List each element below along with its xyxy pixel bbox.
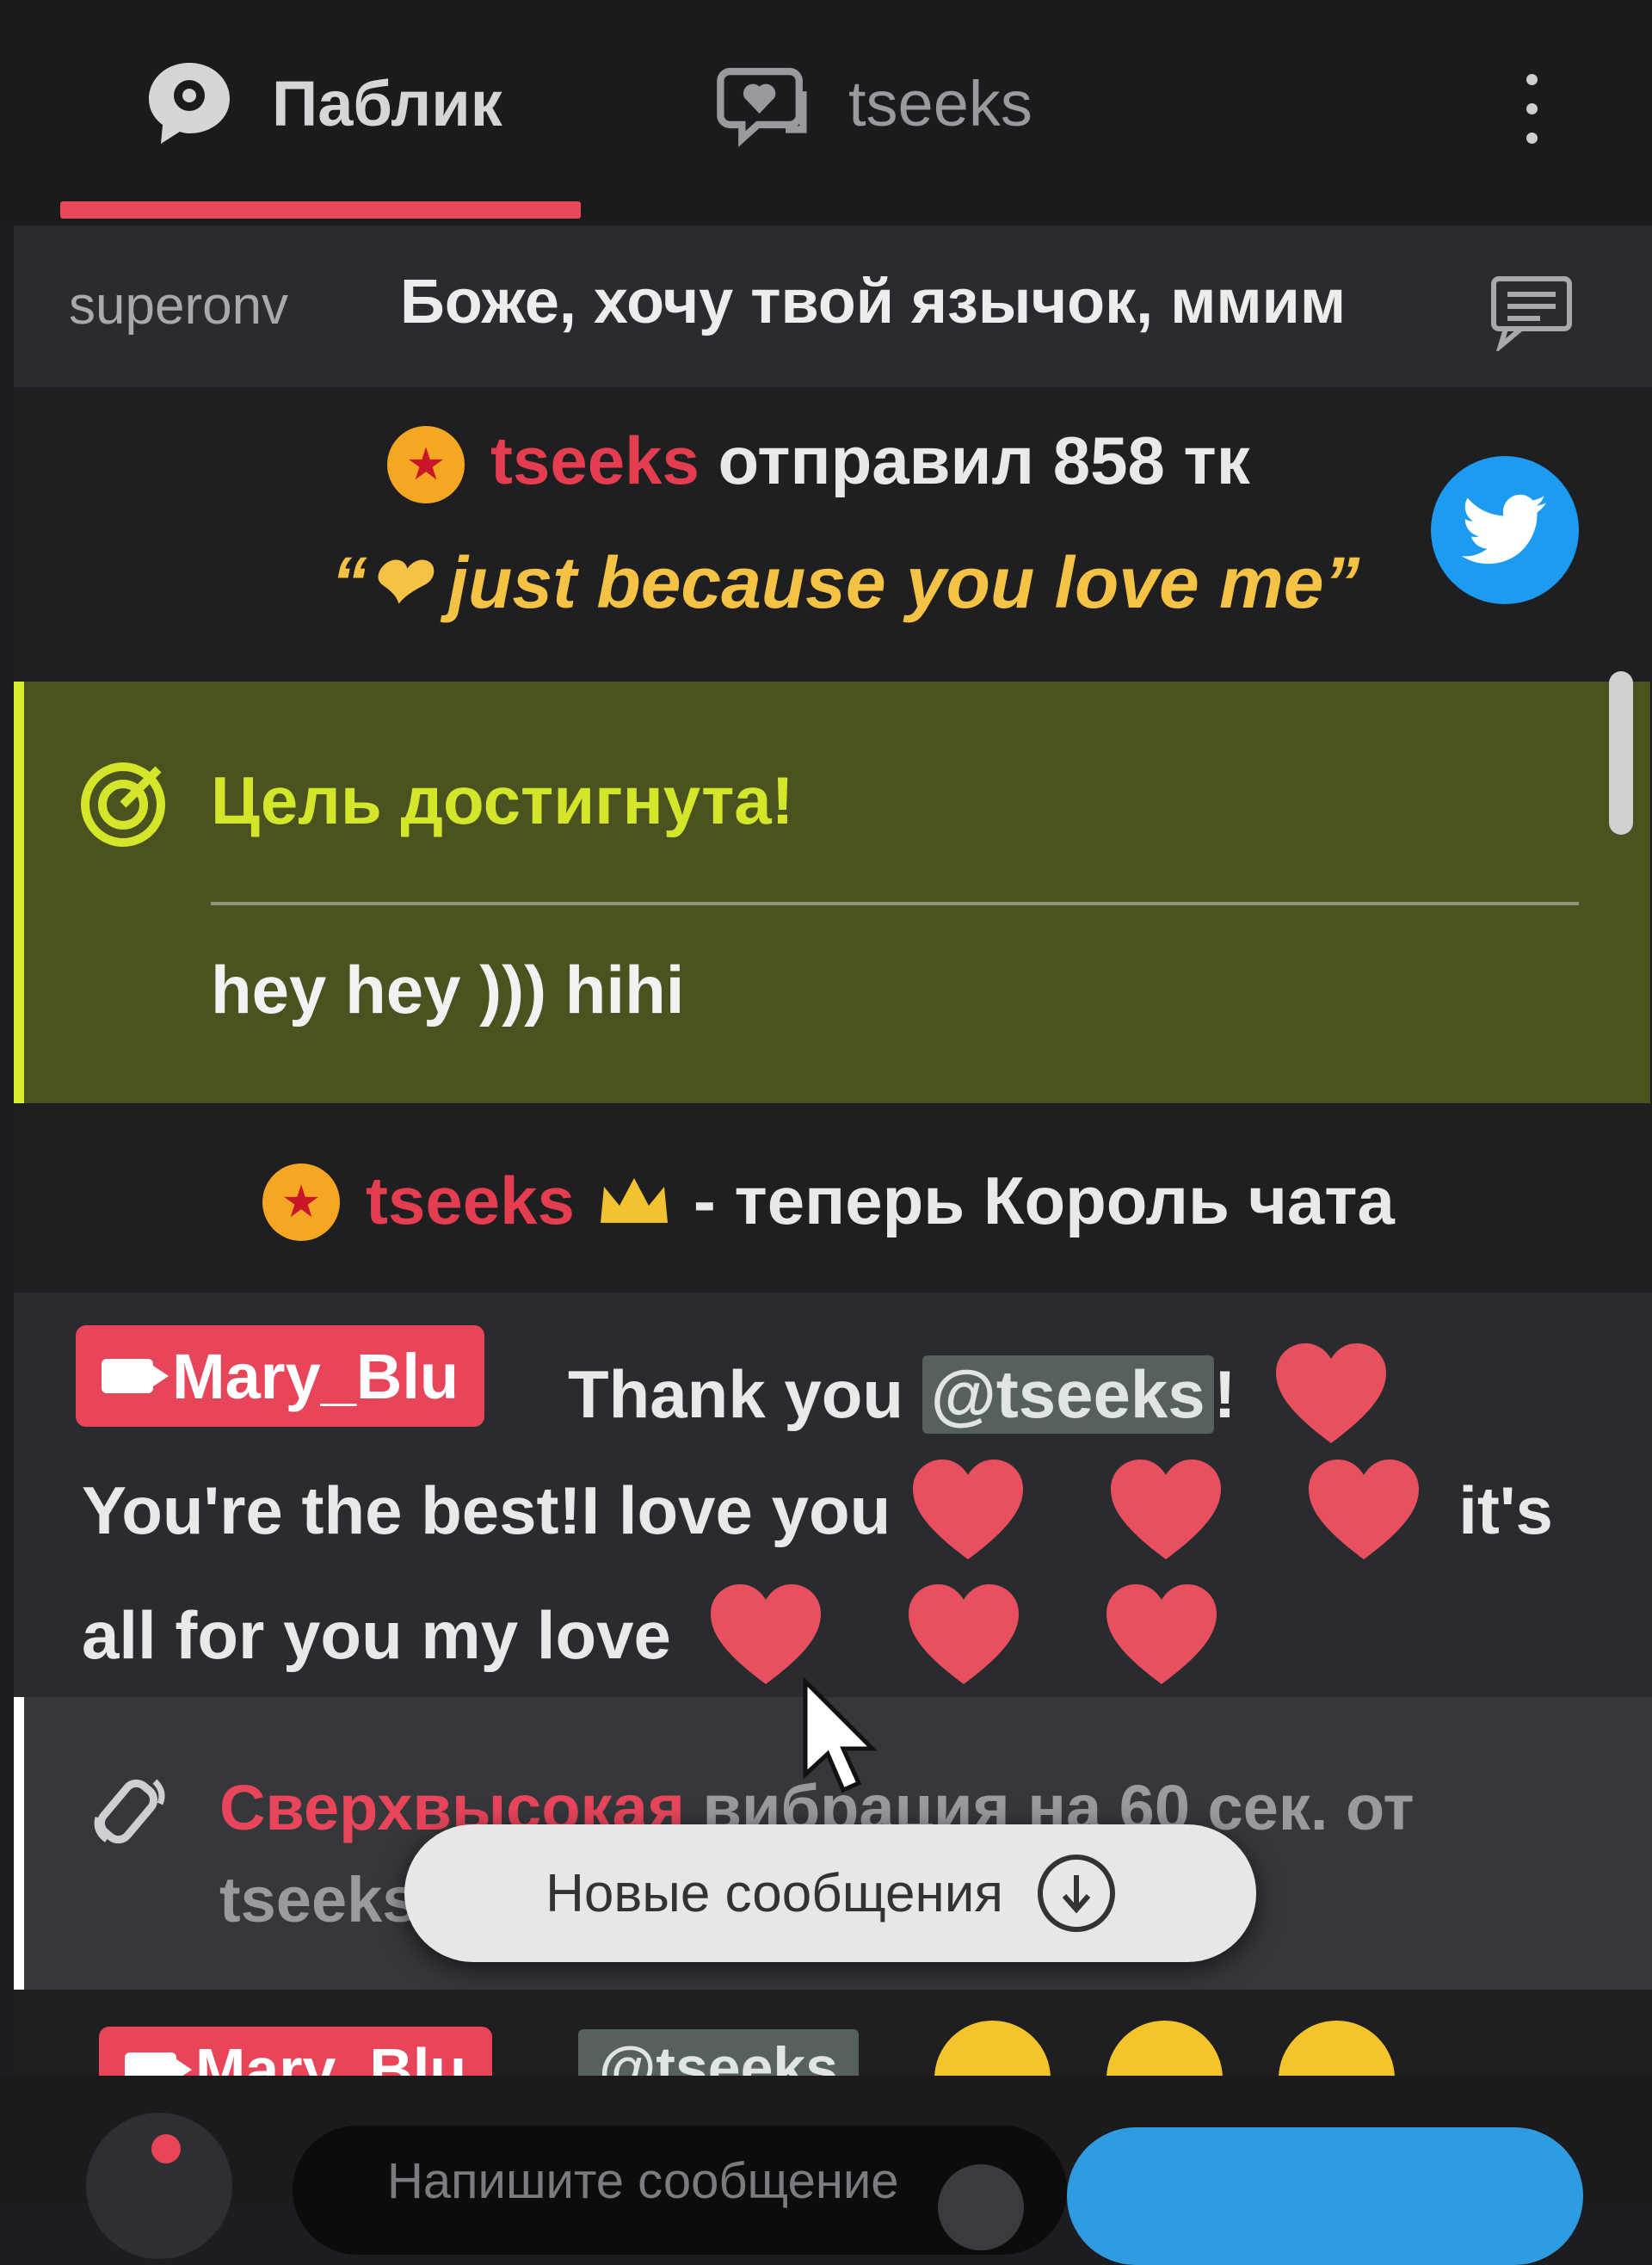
notification-dot-icon [151, 2134, 181, 2163]
message-line-3: all for you my love [82, 1579, 1222, 1691]
message-mention[interactable]: @tseeks [922, 1355, 1214, 1434]
crown-icon [600, 1177, 668, 1223]
heart-emoji-icon [1106, 1584, 1217, 1684]
more-options-icon[interactable] [1506, 67, 1557, 153]
tab-private-label: tseeks [848, 67, 1032, 139]
emoji-picker-icon[interactable] [938, 2164, 1024, 2250]
model-username-pill[interactable]: Mary_Blu [76, 1325, 485, 1427]
goal-divider [211, 902, 1579, 905]
tab-public[interactable]: Паблик [138, 52, 502, 155]
tip-quote: “❤ just because you love me” [331, 542, 1360, 623]
active-tab-indicator [60, 201, 581, 219]
public-chat-icon [138, 56, 241, 151]
king-text: - теперь Король чата [693, 1163, 1395, 1238]
user-level-badge-icon: ★ [387, 426, 465, 503]
message-line-2: You're the best!I love you it's [82, 1454, 1553, 1566]
arrow-down-icon [1037, 1855, 1115, 1932]
tip-menu-button[interactable] [86, 2113, 232, 2259]
mouse-cursor-icon [800, 1676, 878, 1799]
king-user[interactable]: tseeks [366, 1162, 575, 1240]
goal-title: Цель достигнута! [211, 762, 794, 838]
camera-icon [102, 1359, 169, 1393]
tip-user[interactable]: tseeks [490, 423, 700, 498]
new-messages-label: Новые сообщения [546, 1863, 1003, 1923]
vibration-icon [86, 1764, 181, 1850]
tip-action: отправил 858 тк [718, 423, 1250, 498]
king-line: tseeks - теперь Король чата [366, 1162, 1395, 1240]
goal-reached-card [14, 682, 1650, 1103]
heart-emoji-icon [908, 1584, 1019, 1684]
message-list-icon[interactable] [1489, 274, 1575, 354]
tab-public-label: Паблик [272, 67, 502, 139]
goal-text: hey hey ))) hihi [211, 952, 685, 1028]
camera-icon [125, 2052, 192, 2076]
twitter-icon[interactable] [1431, 456, 1579, 604]
partial-row-clip: Mary_Blu @tseeks [14, 1990, 1652, 2076]
tip-line: tseeks отправил 858 тк [490, 422, 1250, 500]
partial-mention[interactable]: @tseeks [578, 2029, 860, 2076]
heart-emoji-icon [913, 1460, 1024, 1559]
heart-emoji-icon [1275, 1343, 1386, 1443]
partial-user: Mary_Blu [195, 2036, 467, 2076]
target-icon [76, 757, 170, 852]
heart-emoji-icon [1111, 1460, 1222, 1559]
vibration-user[interactable]: tseeks [219, 1863, 417, 1936]
message-line2-text: You're the best!I love you [82, 1472, 891, 1548]
tab-private[interactable]: tseeks [714, 52, 1032, 155]
pinned-message-text: Боже, хочу твой язычок, ммим [400, 268, 1347, 336]
private-chat-icon [714, 56, 817, 151]
message-user: Mary_Blu [172, 1340, 459, 1412]
smiley-emoji-icon [1106, 2021, 1223, 2076]
smiley-emoji-icon [1279, 2021, 1395, 2076]
model-username-pill[interactable]: Mary_Blu [99, 2027, 493, 2076]
send-button[interactable] [1067, 2127, 1583, 2265]
user-level-badge-icon: ★ [262, 1163, 340, 1241]
heart-emoji-icon [710, 1584, 821, 1684]
message-line2-end: it's [1458, 1472, 1553, 1548]
pinned-message-user[interactable]: superonv [69, 275, 288, 336]
message-text-before: Thank you [568, 1355, 904, 1432]
chat-scrollbar[interactable] [1609, 671, 1633, 835]
heart-emoji-icon [1309, 1460, 1420, 1559]
message-text-after: ! [1213, 1355, 1236, 1432]
smiley-emoji-icon [934, 2021, 1051, 2076]
message-line3-text: all for you my love [82, 1596, 671, 1673]
message-line-1: Thank you @tseeks! [568, 1338, 1391, 1450]
new-messages-button[interactable]: Новые сообщения [404, 1824, 1256, 1962]
